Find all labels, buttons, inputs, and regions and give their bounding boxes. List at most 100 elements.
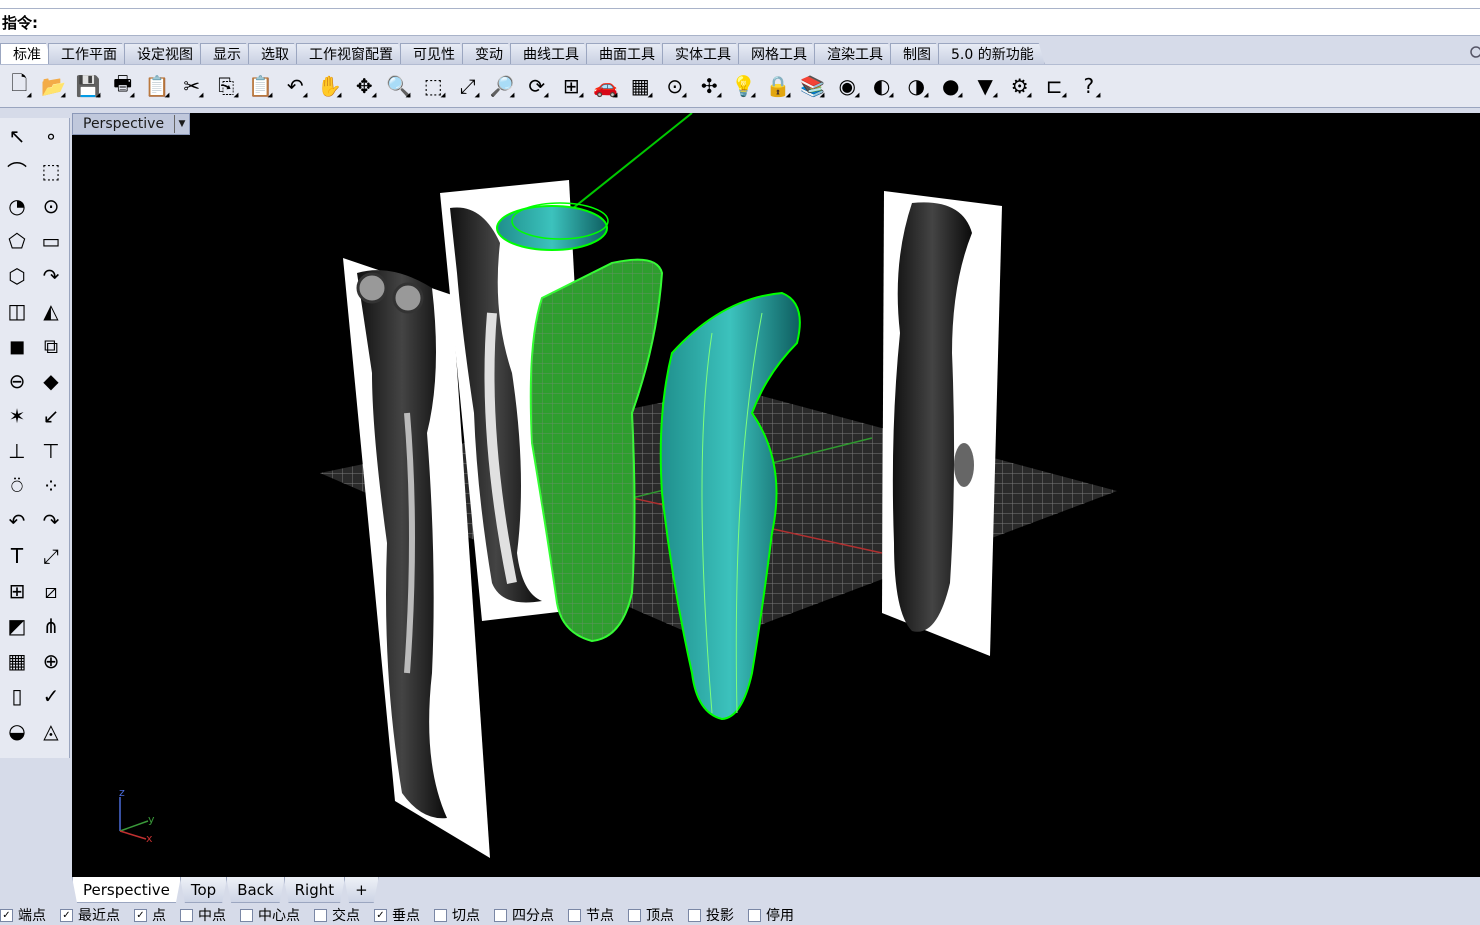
osnap-1[interactable]: ✓ 最近点: [60, 905, 120, 925]
osnap-10[interactable]: 顶点: [628, 905, 674, 925]
left-tool-0-1-icon[interactable]: ∘: [34, 119, 68, 153]
left-tool-4-0-icon[interactable]: ⬡: [0, 259, 34, 293]
osnap-4[interactable]: 中心点: [240, 905, 300, 925]
tab-13[interactable]: 制图: [890, 43, 942, 64]
import-icon[interactable]: 📋: [140, 69, 175, 103]
left-tool-5-0-icon[interactable]: ◫: [0, 294, 34, 328]
osnap-checkbox[interactable]: [180, 908, 193, 922]
open-folder-icon[interactable]: 📂: [37, 69, 72, 103]
left-tool-6-0-icon[interactable]: ◼: [0, 329, 34, 363]
left-tool-6-1-icon[interactable]: ⧉: [34, 329, 68, 363]
tab-6[interactable]: 可见性: [400, 43, 466, 64]
osnap-8[interactable]: 四分点: [494, 905, 554, 925]
cone-icon[interactable]: ▼: [968, 69, 1003, 103]
rotate-icon[interactable]: ⟳: [520, 69, 555, 103]
tab-9[interactable]: 曲面工具: [586, 43, 666, 64]
tab-12[interactable]: 渲染工具: [814, 43, 894, 64]
left-tool-3-1-icon[interactable]: ▭: [34, 224, 68, 258]
left-tool-14-0-icon[interactable]: ◩: [0, 609, 34, 643]
perspective-viewport[interactable]: z y x Perspective ▼: [72, 113, 1480, 877]
toolbar-options-icon[interactable]: [1468, 44, 1480, 60]
osnap-7[interactable]: 切点: [434, 905, 480, 925]
tab-7[interactable]: 变动: [462, 43, 514, 64]
help-icon[interactable]: ?: [1072, 69, 1107, 103]
osnap-checkbox[interactable]: ✓: [134, 908, 147, 922]
osnap-checkbox[interactable]: [494, 908, 507, 922]
layer-icon[interactable]: 📚: [796, 69, 831, 103]
osnap-checkbox[interactable]: ✓: [374, 908, 387, 922]
material-icon[interactable]: ●: [934, 69, 969, 103]
osnap-checkbox[interactable]: ✓: [0, 908, 13, 922]
tab-0[interactable]: 标准: [0, 43, 52, 64]
left-tool-2-1-icon[interactable]: ⊙: [34, 189, 68, 223]
tab-11[interactable]: 网格工具: [738, 43, 818, 64]
car-icon[interactable]: 🚗: [589, 69, 624, 103]
viewport-menu-dropdown-icon[interactable]: ▼: [174, 115, 189, 133]
left-tool-16-0-icon[interactable]: ▯: [0, 679, 34, 713]
zoom-selected-icon[interactable]: 🔎: [485, 69, 520, 103]
zoom-extents-icon[interactable]: ⤢: [451, 69, 486, 103]
grid-icon[interactable]: ▦: [623, 69, 658, 103]
tab-14[interactable]: 5.0 的新功能: [938, 43, 1045, 64]
paste-icon[interactable]: 📋: [244, 69, 279, 103]
left-tool-11-0-icon[interactable]: ↶: [0, 504, 34, 538]
left-tool-13-1-icon[interactable]: ⧄: [34, 574, 68, 608]
left-tool-14-1-icon[interactable]: ⋔: [34, 609, 68, 643]
shade-icon[interactable]: ◐: [865, 69, 900, 103]
tab-5[interactable]: 工作视窗配置: [296, 43, 404, 64]
tab-10[interactable]: 实体工具: [662, 43, 742, 64]
osnap-12[interactable]: 停用: [748, 905, 794, 925]
viewport-tab-back[interactable]: Back: [226, 877, 284, 903]
rotate-view-icon[interactable]: ✥: [347, 69, 382, 103]
zoom-icon[interactable]: 🔍: [382, 69, 417, 103]
left-tool-10-1-icon[interactable]: ⁘: [34, 469, 68, 503]
osnap-checkbox[interactable]: [748, 908, 761, 922]
tab-4[interactable]: 选取: [248, 43, 300, 64]
osnap-6[interactable]: ✓ 垂点: [374, 905, 420, 925]
osnap-checkbox[interactable]: [628, 908, 641, 922]
dimension-icon[interactable]: ⊏: [1037, 69, 1072, 103]
save-icon[interactable]: 💾: [71, 69, 106, 103]
left-tool-8-0-icon[interactable]: ✶: [0, 399, 34, 433]
left-tool-15-0-icon[interactable]: ▦: [0, 644, 34, 678]
left-tool-0-0-icon[interactable]: ↖: [0, 119, 34, 153]
copy-icon[interactable]: ⎘: [209, 69, 244, 103]
pan-hand-icon[interactable]: ✋: [313, 69, 348, 103]
osnap-checkbox[interactable]: ✓: [60, 908, 73, 922]
left-tool-9-1-icon[interactable]: ⊤: [34, 434, 68, 468]
left-tool-8-1-icon[interactable]: ↙: [34, 399, 68, 433]
cut-icon[interactable]: ✂: [175, 69, 210, 103]
command-line[interactable]: 指令:: [0, 8, 1480, 36]
osnap-3[interactable]: 中点: [180, 905, 226, 925]
osnap-5[interactable]: 交点: [314, 905, 360, 925]
tab-8[interactable]: 曲线工具: [510, 43, 590, 64]
left-tool-4-1-icon[interactable]: ↷: [34, 259, 68, 293]
new-file-icon[interactable]: 🗋: [2, 69, 37, 103]
tab-3[interactable]: 显示: [200, 43, 252, 64]
viewport-title[interactable]: Perspective ▼: [72, 113, 190, 135]
left-tool-5-1-icon[interactable]: ◭: [34, 294, 68, 328]
tab-1[interactable]: 工作平面: [48, 43, 128, 64]
left-tool-7-1-icon[interactable]: ◆: [34, 364, 68, 398]
tab-2[interactable]: 设定视图: [124, 43, 204, 64]
left-tool-16-1-icon[interactable]: ✓: [34, 679, 68, 713]
left-tool-17-1-icon[interactable]: ◬: [34, 714, 68, 748]
undo-icon[interactable]: ↶: [278, 69, 313, 103]
osnap-11[interactable]: 投影: [688, 905, 734, 925]
left-tool-1-1-icon[interactable]: ⬚: [34, 154, 68, 188]
point-icon[interactable]: ✣: [692, 69, 727, 103]
left-tool-10-0-icon[interactable]: ⍥: [0, 469, 34, 503]
osnap-0[interactable]: ✓ 端点: [0, 905, 46, 925]
osnap-checkbox[interactable]: [240, 908, 253, 922]
left-tool-3-0-icon[interactable]: ⬠: [0, 224, 34, 258]
zoom-window-icon[interactable]: ⬚: [416, 69, 451, 103]
four-view-icon[interactable]: ⊞: [554, 69, 589, 103]
left-tool-13-0-icon[interactable]: ⊞: [0, 574, 34, 608]
osnap-checkbox[interactable]: [434, 908, 447, 922]
render-sphere-icon[interactable]: ◑: [899, 69, 934, 103]
settings-icon[interactable]: ⚙: [1003, 69, 1038, 103]
color-wheel-icon[interactable]: ◉: [830, 69, 865, 103]
left-tool-9-0-icon[interactable]: ⊥: [0, 434, 34, 468]
osnap-checkbox[interactable]: [314, 908, 327, 922]
left-tool-12-0-icon[interactable]: T: [0, 539, 34, 573]
